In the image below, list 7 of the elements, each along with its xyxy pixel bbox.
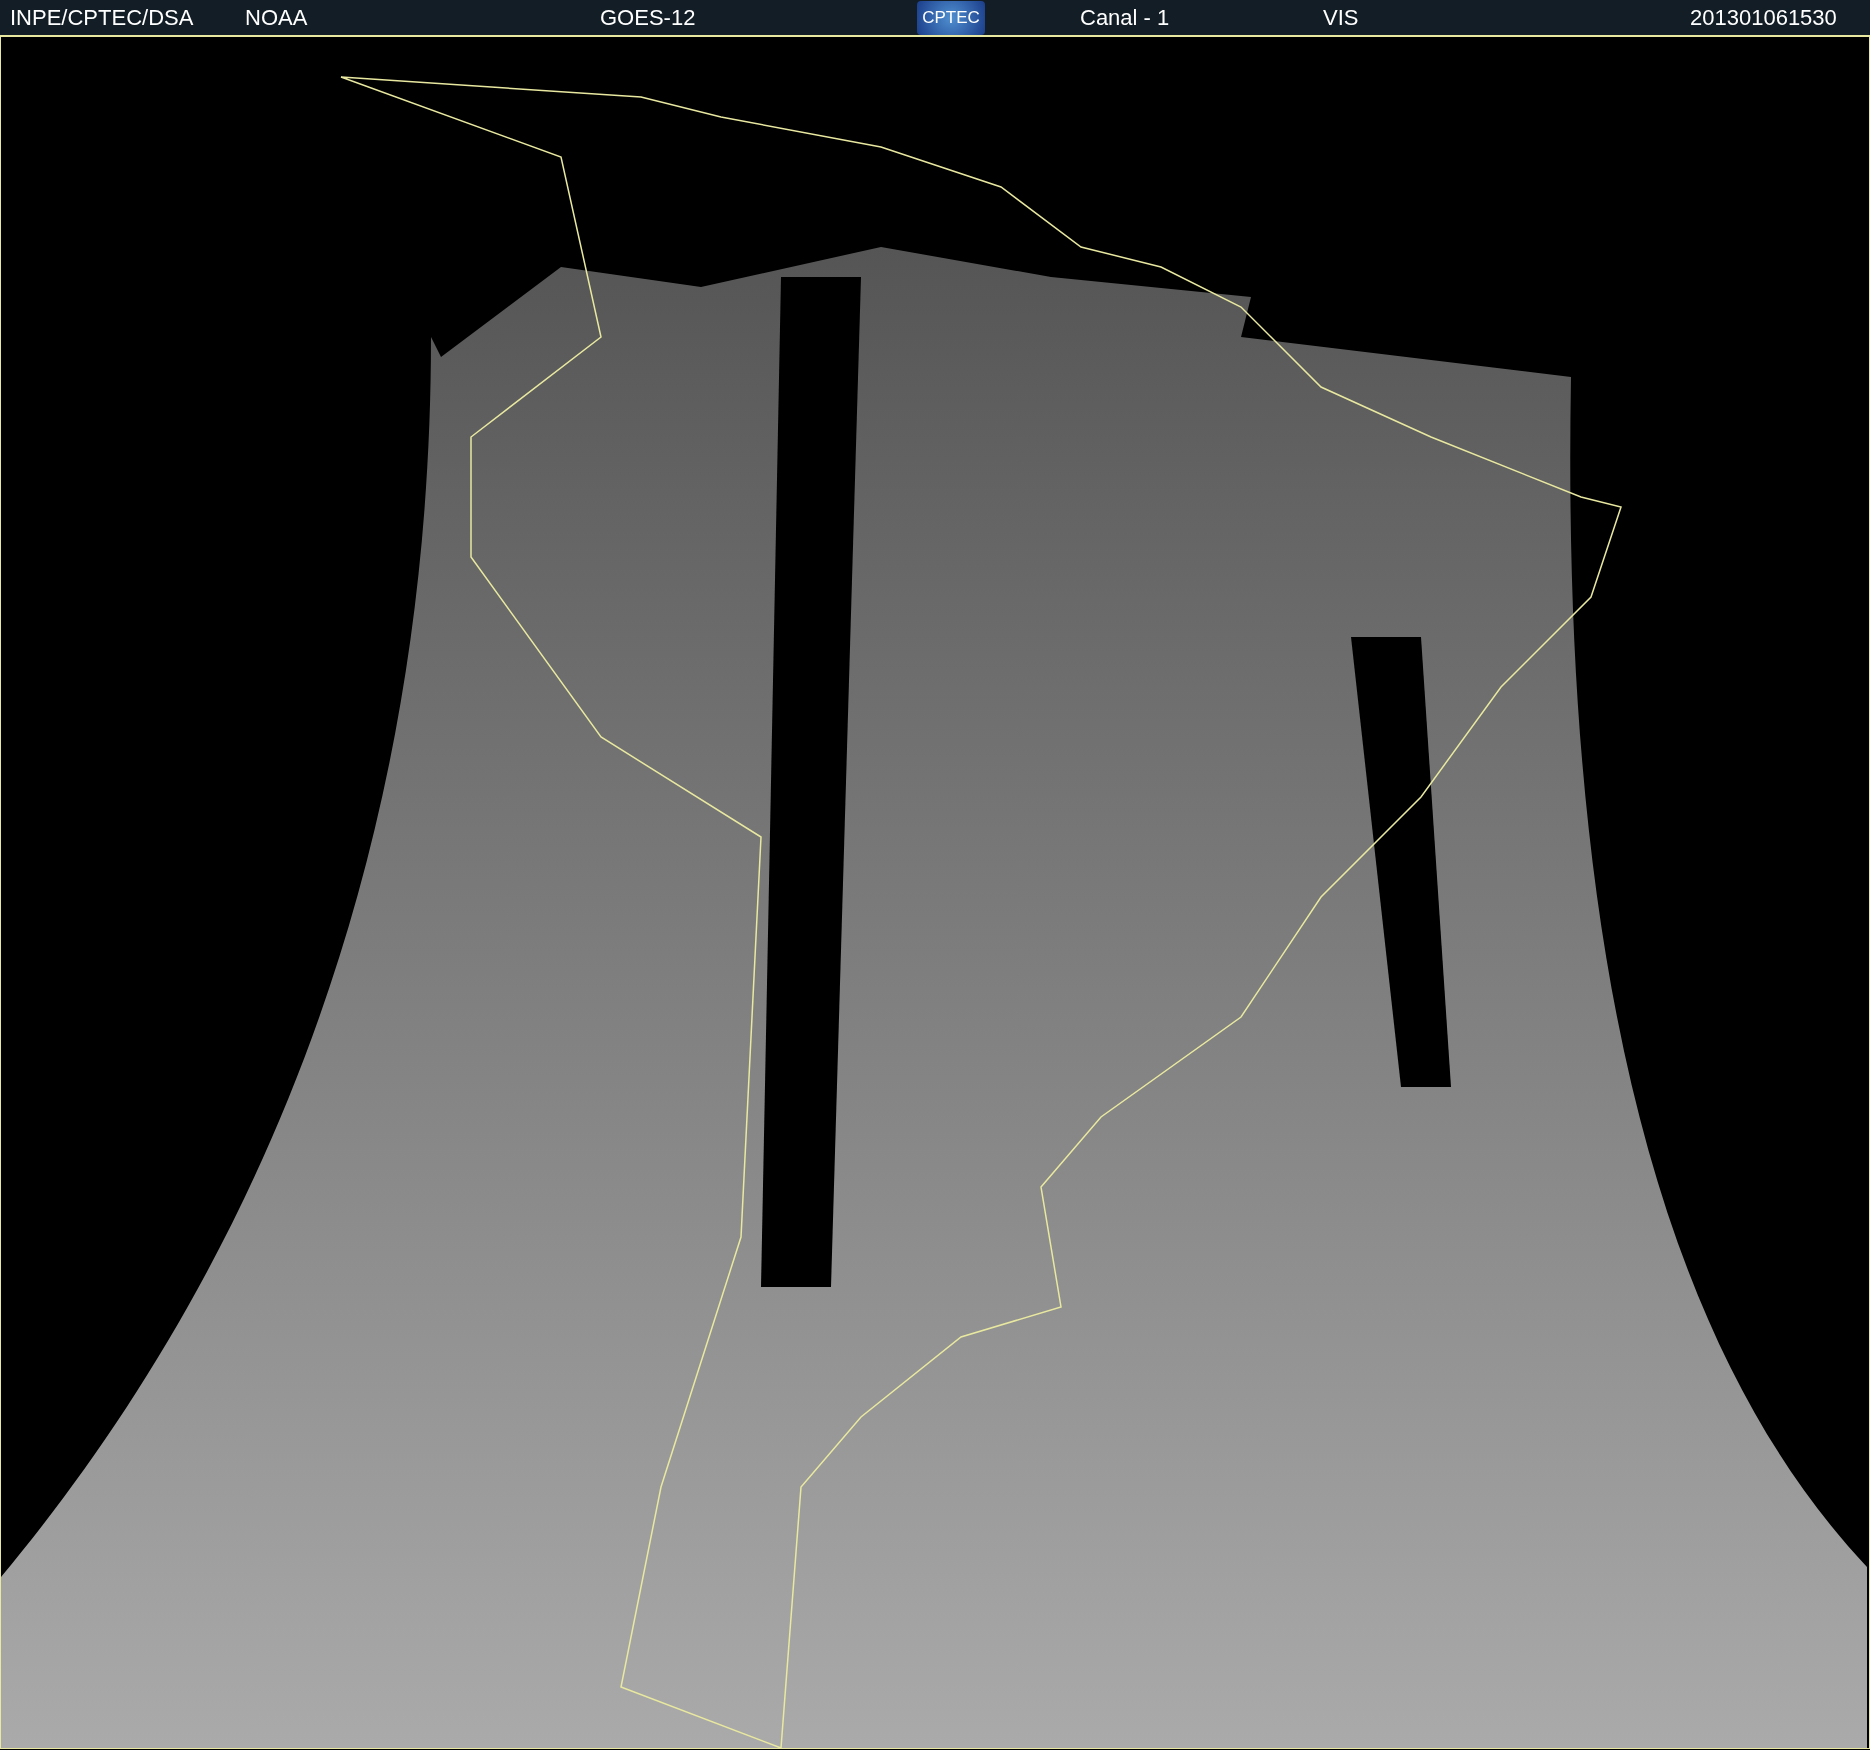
timestamp-label: 201301061530: [1690, 4, 1837, 32]
satellite-label: GOES-12: [600, 4, 697, 32]
agency-label: NOAA: [245, 4, 309, 32]
channel-label: Canal - 1: [1080, 4, 1171, 32]
source-label: INPE/CPTEC/DSA: [10, 4, 195, 32]
logo: CPTEC: [917, 0, 985, 35]
band-label: VIS: [1323, 4, 1360, 32]
